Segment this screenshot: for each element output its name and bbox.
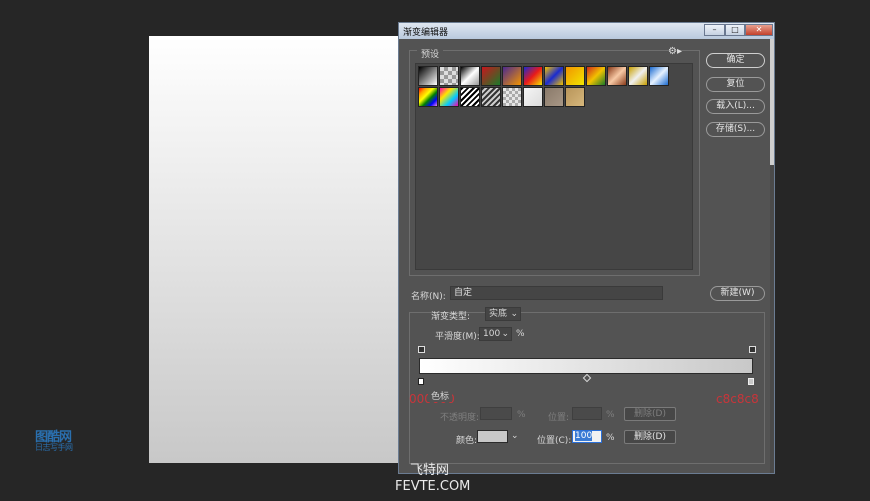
preset-swatch[interactable] [481,66,501,86]
preset-swatch[interactable] [586,66,606,86]
chevron-down-icon: ⌄ [501,329,509,339]
opacity-location-label: 位置: [548,413,570,423]
gradient-type-select[interactable]: 实底 ⌄ [485,307,521,321]
preset-swatch[interactable] [439,66,459,86]
dialog-title: 渐变编辑器 [403,28,449,38]
logo-line2: 日志写手网 [35,443,73,452]
preset-swatch[interactable] [649,66,669,86]
color-label: 颜色: [456,436,478,446]
preset-swatch[interactable] [523,87,543,107]
opacity-stop-right[interactable] [749,346,756,353]
preset-swatch[interactable] [607,66,627,86]
gradient-type-label: 渐变类型: [431,312,471,322]
chevron-down-icon: ⌄ [510,309,518,319]
location-value: 100 [575,431,593,441]
preset-swatch[interactable] [460,66,480,86]
preset-swatch[interactable] [502,87,522,107]
smoothness-unit: % [516,329,525,339]
save-button[interactable]: 存储(S)... [706,122,765,137]
preset-swatch[interactable] [439,87,459,107]
scrollbar-thumb[interactable] [770,39,774,165]
name-label: 名称(N): [411,292,446,302]
close-button[interactable]: ✕ [745,24,773,36]
presets-label: 预设 [417,47,444,60]
preset-swatch[interactable] [523,66,543,86]
location-input[interactable]: 100 [572,430,602,443]
gradient-bar[interactable] [419,358,753,374]
maximize-button[interactable]: □ [725,24,745,36]
delete-opacity-stop-button[interactable]: 删除(D) [624,407,676,421]
minimize-icon: – [712,25,717,34]
smoothness-input[interactable]: 100 ⌄ [479,327,512,341]
preset-swatch[interactable] [460,87,480,107]
opacity-label: 不透明度: [440,413,480,423]
document-canvas [149,36,399,463]
preset-swatch[interactable] [628,66,648,86]
chevron-down-icon[interactable]: ⌄ [511,431,519,441]
title-bar: 渐变编辑器 – □ ✕ [399,23,774,39]
name-input[interactable]: 自定 [450,286,663,300]
location-unit: % [606,433,615,443]
gradient-type-value: 实底 [489,309,508,319]
opacity-stop-left[interactable] [418,346,425,353]
preset-swatch[interactable] [418,66,438,86]
opacity-input[interactable] [480,407,512,420]
reset-button[interactable]: 复位 [706,77,765,92]
gear-icon[interactable]: ⚙▸ [668,46,682,57]
watermark-cn: 飞特网 [410,463,450,478]
opacity-location-input[interactable] [572,407,602,420]
color-stop-right[interactable] [748,378,754,385]
preset-swatch[interactable] [418,87,438,107]
close-icon: ✕ [755,25,763,34]
delete-color-stop-button[interactable]: 删除(D) [624,430,676,444]
color-swatch[interactable] [477,430,508,443]
preset-swatch[interactable] [544,66,564,86]
preset-swatch[interactable] [544,87,564,107]
ok-button[interactable]: 确定 [706,53,765,68]
preset-swatch[interactable] [565,87,585,107]
stops-label: 色标 [428,389,453,402]
opacity-location-unit: % [606,410,615,420]
load-button[interactable]: 载入(L)... [706,99,765,114]
site-logo: 图酷网 日志写手网 [35,426,93,456]
smoothness-label: 平滑度(M): [435,332,480,342]
opacity-unit: % [517,410,526,420]
watermark-en: FEVTE.COM [395,479,471,494]
new-button[interactable]: 新建(W) [710,286,765,301]
color-stop-left[interactable] [418,378,424,385]
preset-swatch[interactable] [502,66,522,86]
location-label: 位置(C): [537,436,572,446]
smoothness-value: 100 [483,329,501,339]
maximize-icon: □ [731,25,739,34]
minimize-button[interactable]: – [704,24,725,36]
gradient-editor-dialog: 渐变编辑器 – □ ✕ 预设 ⚙▸ 确定 复位 载入(L)... 存储(S)..… [398,22,775,474]
preset-swatch[interactable] [481,87,501,107]
right-color-hex-overlay: c8c8c8 [716,392,759,406]
preset-swatch[interactable] [565,66,585,86]
